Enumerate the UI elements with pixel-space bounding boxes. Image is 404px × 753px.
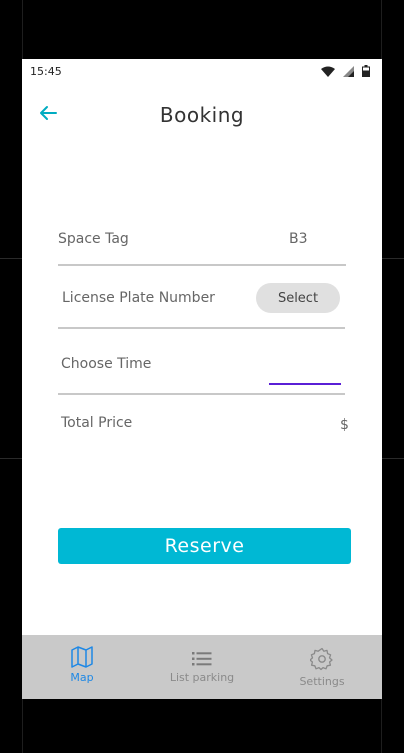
divider (58, 393, 345, 395)
page-title: Booking (159, 103, 245, 127)
gear-icon (310, 647, 333, 671)
total-price-value: $ (340, 417, 349, 433)
nav-item-settings[interactable]: Settings (262, 635, 382, 699)
nav-label-settings: Settings (299, 675, 345, 688)
divider (58, 327, 345, 329)
time-input[interactable] (269, 365, 341, 385)
signal-icon (343, 65, 354, 77)
select-plate-button[interactable]: Select (256, 283, 340, 313)
nav-label-map: Map (70, 671, 94, 684)
nav-item-list-parking[interactable]: List parking (142, 635, 262, 699)
nav-item-map[interactable]: Map (22, 635, 142, 699)
status-bar: 15:45 (22, 59, 382, 83)
nav-label-list-parking: List parking (169, 671, 235, 684)
app-bar: Booking (22, 83, 382, 147)
status-icons (321, 65, 370, 77)
reserve-button[interactable]: Reserve (58, 528, 351, 564)
space-tag-value: B3 (289, 231, 308, 247)
wifi-icon (321, 66, 335, 77)
battery-icon (362, 65, 370, 77)
license-plate-label: License Plate Number (62, 290, 215, 306)
status-time: 15:45 (30, 65, 62, 78)
bottom-nav: Map List parking Settings (22, 635, 382, 699)
phone-screen: 15:45 Booking Space Tag B3 License Plate… (22, 59, 382, 699)
divider (58, 264, 346, 266)
map-icon (71, 646, 93, 668)
space-tag-label: Space Tag (58, 231, 129, 247)
list-icon (192, 652, 212, 666)
choose-time-label: Choose Time (61, 356, 152, 372)
total-price-label: Total Price (61, 415, 133, 431)
